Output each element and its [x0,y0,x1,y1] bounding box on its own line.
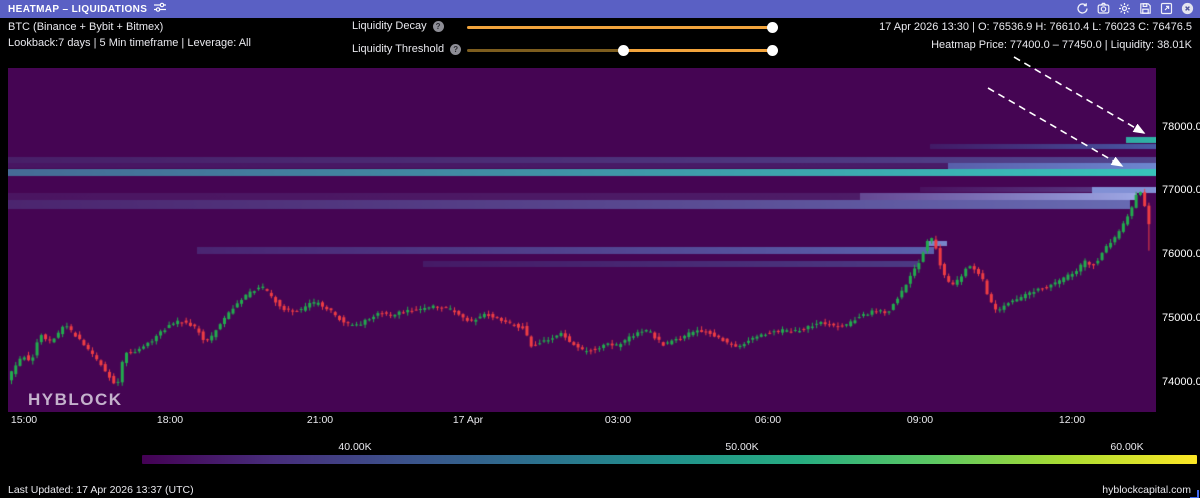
heatmap-price-readout: Heatmap Price: 77400.0 – 77450.0 | Liqui… [931,39,1192,51]
colorbar-label: 40.00K [338,441,371,453]
corner-resize-mark [1190,490,1199,498]
liquidity-threshold-label: Liquidity Threshold [352,43,444,55]
threshold-info-icon[interactable]: ? [450,44,461,55]
app-window: HEATMAP – LIQUIDATIONS [0,0,1200,498]
threshold-slider-handle-low[interactable] [618,45,629,56]
expand-icon[interactable] [1160,2,1173,15]
x-axis-label: 15:00 [11,414,37,426]
settings-icon[interactable] [1118,2,1131,15]
x-axis-label: 21:00 [307,414,333,426]
title-bar: HEATMAP – LIQUIDATIONS [0,0,1200,18]
liquidity-threshold-control: Liquidity Threshold ? [352,41,461,57]
x-axis-label: 17 Apr [453,414,483,426]
refresh-icon[interactable] [1076,2,1089,15]
titlebar-icon-group [1076,2,1194,15]
x-axis-label: 06:00 [755,414,781,426]
close-icon[interactable] [1181,2,1194,15]
decay-info-icon[interactable]: ? [433,21,444,32]
sliders-icon[interactable] [153,0,167,18]
liquidity-decay-slider[interactable] [467,19,785,35]
page-title: HEATMAP – LIQUIDATIONS [8,4,147,15]
y-axis-label: 77000.0 [1162,184,1200,196]
y-axis-label: 75000.0 [1162,312,1200,324]
y-axis-label: 76000.0 [1162,248,1200,260]
hyblock-watermark: HYBLOCK [28,390,123,410]
save-icon[interactable] [1139,2,1152,15]
y-axis-label: 78000.0 [1162,121,1200,133]
x-axis-label: 09:00 [907,414,933,426]
liquidation-heatmap-chart[interactable] [8,68,1156,412]
liquidity-decay-control: Liquidity Decay ? [352,18,444,34]
lookback-settings-label: Lookback:7 days | 5 Min timeframe | Leve… [8,37,251,49]
site-link[interactable]: hyblockcapital.com [1102,484,1191,496]
ohlc-readout: 17 Apr 2026 13:30 | O: 76536.9 H: 76610.… [879,21,1192,33]
x-axis-label: 18:00 [157,414,183,426]
liquidity-threshold-slider[interactable] [467,42,785,58]
threshold-slider-handle-high[interactable] [767,45,778,56]
x-axis-label: 12:00 [1059,414,1085,426]
liquidity-decay-label: Liquidity Decay [352,20,427,32]
x-axis-label: 03:00 [605,414,631,426]
y-axis-label: 74000.0 [1162,376,1200,388]
colorbar-label: 50.00K [725,441,758,453]
liquidity-colorbar [142,455,1197,464]
decay-slider-handle[interactable] [767,22,778,33]
symbol-exchanges-label: BTC (Binance + Bybit + Bitmex) [8,21,163,33]
last-updated-label: Last Updated: 17 Apr 2026 13:37 (UTC) [8,484,194,496]
colorbar-label: 60.00K [1110,441,1143,453]
screenshot-icon[interactable] [1097,2,1110,15]
